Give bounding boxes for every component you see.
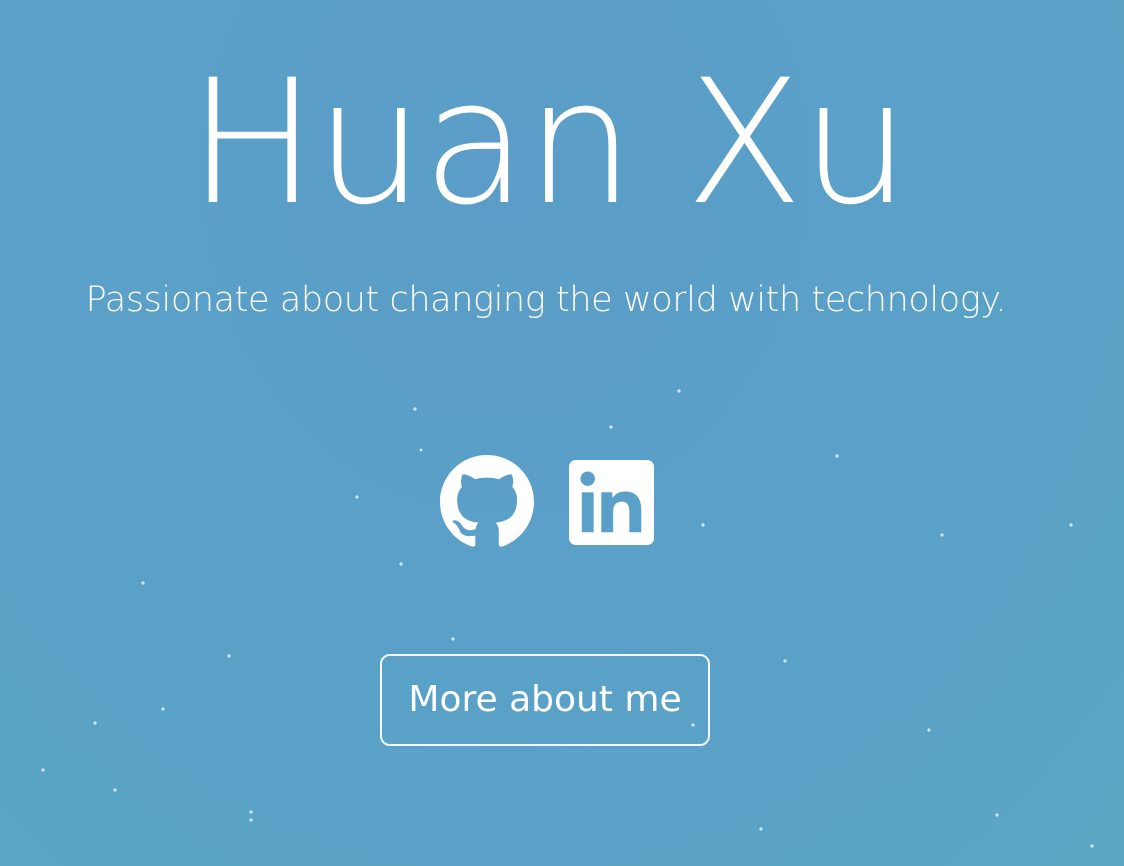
github-link[interactable] bbox=[440, 455, 534, 549]
tagline: Passionate about changing the world with… bbox=[85, 280, 1007, 320]
linkedin-icon bbox=[569, 460, 654, 545]
github-icon bbox=[440, 455, 534, 547]
linkedin-link[interactable] bbox=[569, 460, 654, 545]
page-title: Huan Xu bbox=[187, 42, 910, 243]
social-links bbox=[438, 453, 658, 549]
more-about-me-button[interactable]: More about me bbox=[380, 654, 710, 746]
hero-section: Huan Xu Passionate about changing the wo… bbox=[0, 0, 1124, 866]
